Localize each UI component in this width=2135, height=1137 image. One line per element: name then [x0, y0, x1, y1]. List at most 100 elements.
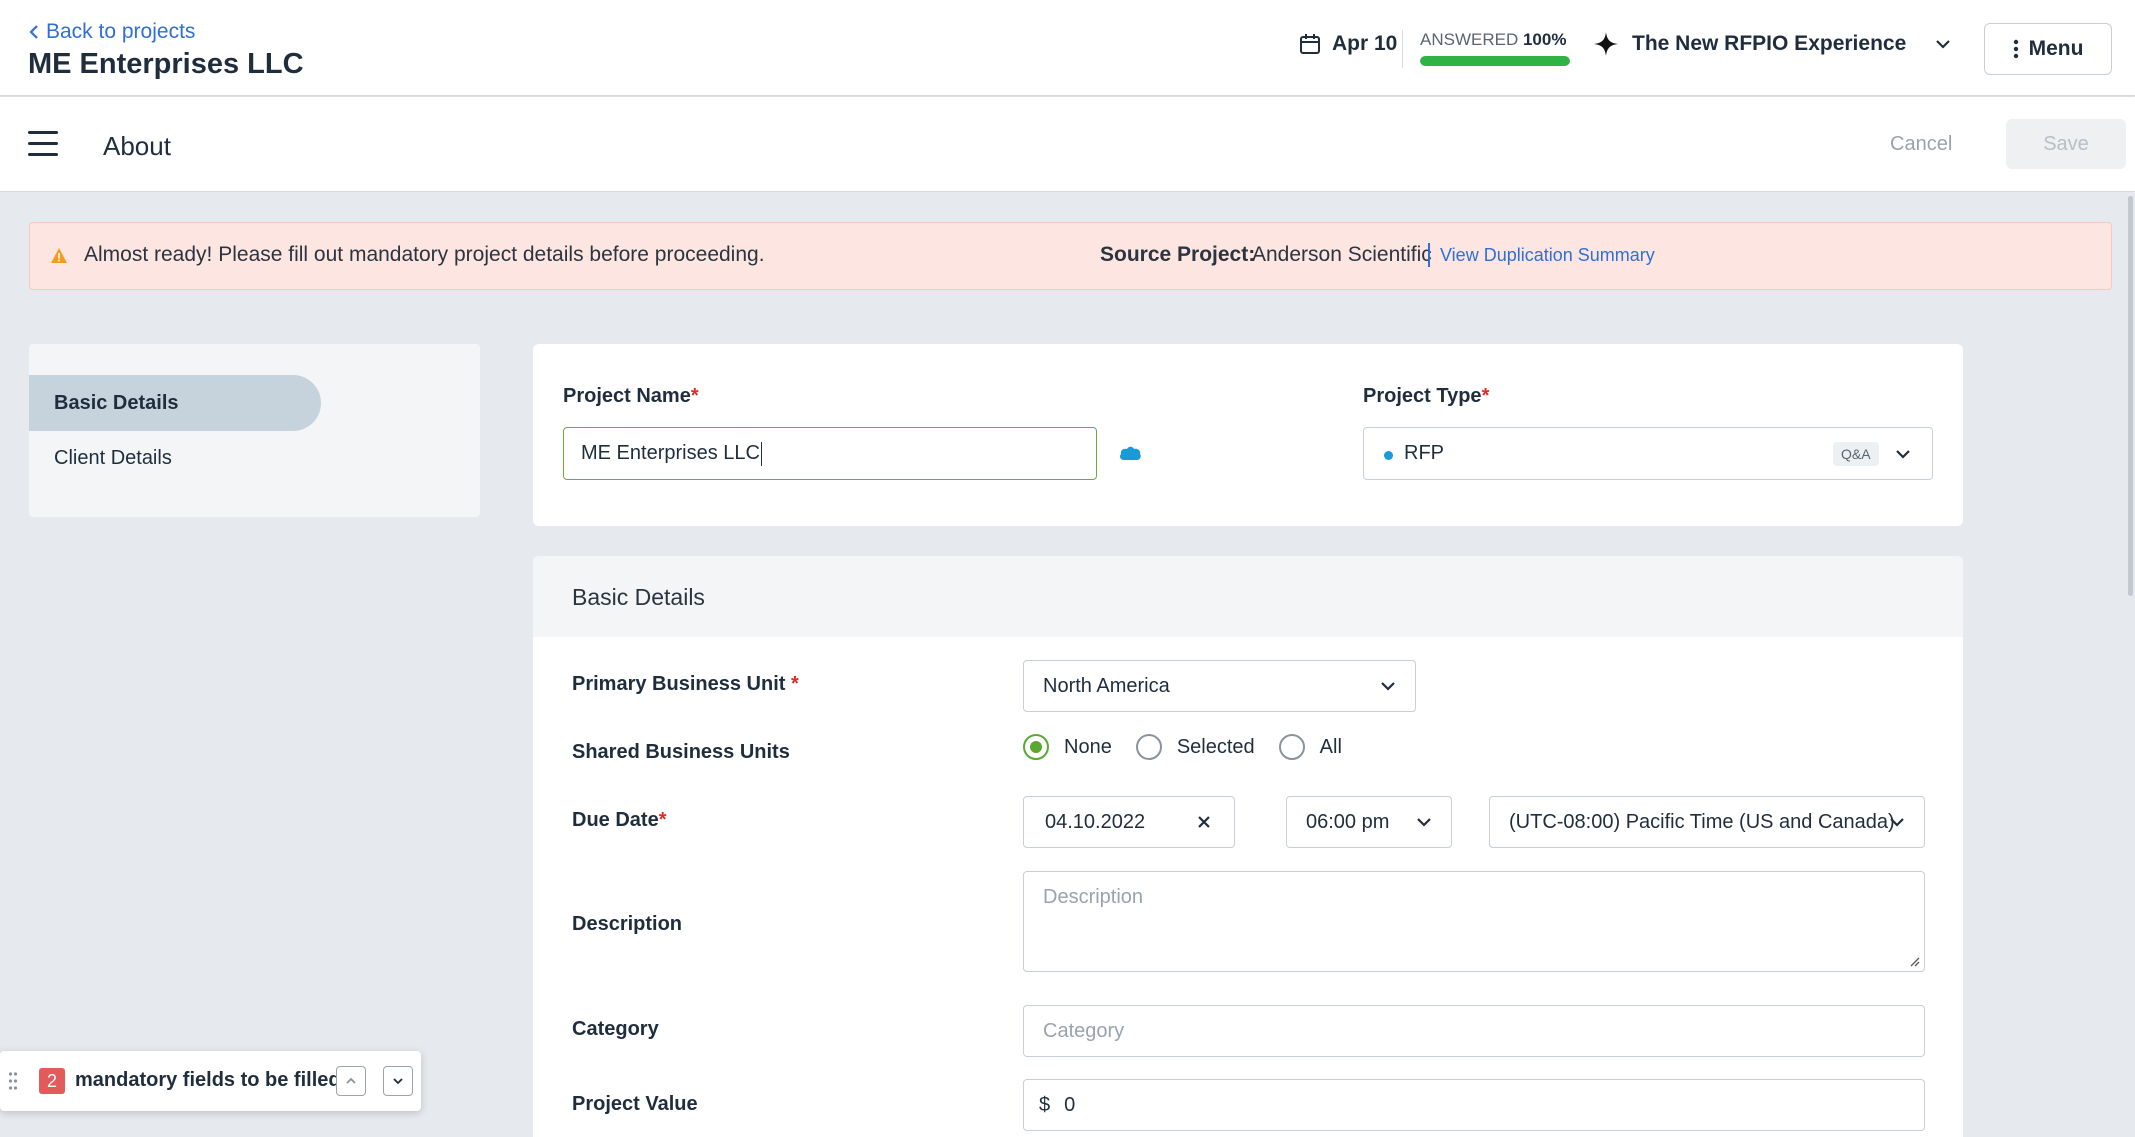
- chevron-up-icon: [346, 1077, 356, 1084]
- warning-icon: [51, 248, 67, 263]
- primary-bu-label-text: Primary Business Unit: [572, 673, 786, 695]
- page-scrollbar[interactable]: [2128, 196, 2133, 596]
- category-label: Category: [572, 1018, 659, 1040]
- answered-percent: 100%: [1522, 30, 1567, 49]
- mandatory-details-alert: Almost ready! Please fill out mandatory …: [29, 222, 2112, 290]
- previous-field-button[interactable]: [336, 1066, 366, 1096]
- due-date-value: 04.10.2022: [1045, 810, 1146, 833]
- next-field-button[interactable]: [383, 1066, 413, 1096]
- category-placeholder: Category: [1043, 1019, 1125, 1042]
- project-card: Project Name* ME Enterprises LLC Project…: [533, 344, 1963, 526]
- resize-handle-icon[interactable]: [1908, 955, 1920, 967]
- source-project-value: Anderson Scientific: [1252, 243, 1432, 266]
- project-value-amount: 0: [1064, 1093, 1076, 1116]
- section-nav: Basic Details Client Details: [29, 344, 480, 517]
- kebab-icon: [2013, 39, 2018, 59]
- view-duplication-summary-link[interactable]: View Duplication Summary: [1440, 245, 1655, 266]
- basic-details-card: Basic Details Primary Business Unit * No…: [533, 556, 1963, 1137]
- header-divider: [1402, 30, 1403, 68]
- project-name-value: ME Enterprises LLC: [581, 442, 760, 464]
- due-date-label: Due Date*: [572, 809, 667, 832]
- nav-item-client-details[interactable]: Client Details: [29, 430, 321, 486]
- shared-bu-radio-group: None Selected All: [1023, 734, 1366, 760]
- answered-status: ANSWERED 100%: [1420, 30, 1566, 50]
- clear-icon[interactable]: [1196, 814, 1212, 830]
- radio-all-label: All: [1319, 735, 1342, 758]
- description-placeholder: Description: [1043, 886, 1144, 908]
- chevron-down-icon: [1936, 40, 1951, 49]
- project-name-label: Project Name*: [563, 385, 699, 408]
- salesforce-cloud-icon[interactable]: [1118, 444, 1142, 462]
- alert-divider: [1428, 243, 1430, 267]
- top-header: Back to projects ME Enterprises LLC Apr …: [0, 0, 2135, 96]
- back-link-label: Back to projects: [46, 20, 196, 43]
- menu-button[interactable]: Menu: [1984, 23, 2112, 75]
- chevron-down-icon: [1896, 450, 1910, 459]
- project-value-label: Project Value: [572, 1093, 698, 1115]
- save-button[interactable]: Save: [2006, 119, 2126, 169]
- project-name-label-text: Project Name: [563, 385, 691, 407]
- shared-bu-label: Shared Business Units: [572, 741, 790, 763]
- radio-selected[interactable]: Selected: [1135, 734, 1255, 760]
- timezone-value: (UTC-08:00) Pacific Time (US and Canada): [1509, 810, 1895, 833]
- page-toolbar: About Cancel Save: [0, 97, 2135, 192]
- radio-selected-label: Selected: [1176, 735, 1255, 758]
- sparkle-icon: [1594, 32, 1618, 56]
- cancel-button[interactable]: Cancel: [1890, 133, 1952, 156]
- description-textarea[interactable]: Description: [1023, 871, 1925, 972]
- due-date-label: Apr 10: [1332, 32, 1398, 55]
- radio-circle: [1278, 734, 1305, 760]
- due-time-select[interactable]: 06:00 pm: [1286, 796, 1452, 848]
- primary-bu-label: Primary Business Unit *: [572, 673, 799, 696]
- source-project-label: Source Project:: [1100, 243, 1256, 266]
- currency-symbol: $: [1039, 1093, 1051, 1116]
- chevron-down-icon: [1890, 818, 1904, 827]
- project-title: ME Enterprises LLC: [28, 48, 304, 80]
- text-caret: [760, 441, 762, 466]
- alert-message: Almost ready! Please fill out mandatory …: [84, 243, 765, 266]
- experience-toggle[interactable]: The New RFPIO Experience: [1594, 32, 1952, 56]
- answered-progress-bar: [1420, 56, 1570, 66]
- required-mark: *: [690, 385, 699, 407]
- type-badge: Q&A: [1833, 442, 1879, 466]
- radio-none[interactable]: None: [1023, 734, 1112, 760]
- project-type-select[interactable]: RFP Q&A: [1363, 427, 1933, 480]
- primary-bu-select[interactable]: North America: [1023, 660, 1416, 712]
- project-value-input[interactable]: $ 0: [1023, 1079, 1925, 1131]
- calendar-icon: [1300, 34, 1320, 54]
- answered-label: ANSWERED: [1420, 30, 1519, 49]
- required-mark: *: [790, 673, 799, 695]
- due-date-indicator: Apr 10: [1298, 32, 1397, 56]
- chevron-down-icon: [1381, 682, 1395, 691]
- due-date-label-text: Due Date: [572, 809, 659, 831]
- due-time-value: 06:00 pm: [1306, 810, 1390, 833]
- due-date-input[interactable]: 04.10.2022: [1023, 796, 1235, 848]
- project-type-value: RFP: [1404, 442, 1444, 464]
- description-label: Description: [572, 913, 683, 935]
- chevron-down-icon: [1417, 818, 1431, 827]
- menu-label: Menu: [2028, 37, 2084, 60]
- chevron-down-icon: [393, 1078, 403, 1085]
- project-type-label: Project Type*: [1363, 385, 1489, 408]
- answered-progress-fill: [1420, 56, 1570, 66]
- radio-circle-selected: [1023, 734, 1049, 760]
- radio-all[interactable]: All: [1278, 734, 1342, 760]
- project-name-input[interactable]: ME Enterprises LLC: [563, 427, 1097, 480]
- nav-item-basic-details[interactable]: Basic Details: [29, 375, 321, 431]
- experience-label: The New RFPIO Experience: [1632, 32, 1907, 55]
- basic-details-title: Basic Details: [572, 584, 705, 610]
- back-to-projects-link[interactable]: Back to projects: [28, 20, 195, 44]
- timezone-select[interactable]: (UTC-08:00) Pacific Time (US and Canada): [1489, 796, 1925, 848]
- radio-none-label: None: [1064, 735, 1112, 758]
- hamburger-menu-icon[interactable]: [28, 131, 58, 157]
- type-color-dot: [1384, 451, 1393, 460]
- required-mark: *: [1481, 385, 1490, 407]
- category-input[interactable]: Category: [1023, 1005, 1925, 1057]
- chevron-left-icon: [29, 25, 38, 39]
- radio-circle: [1135, 734, 1162, 760]
- primary-bu-value: North America: [1043, 674, 1170, 697]
- mandatory-fields-widget: 2 mandatory fields to be filled: [0, 1051, 421, 1111]
- drag-handle-icon[interactable]: [8, 1071, 18, 1091]
- required-mark: *: [658, 809, 667, 831]
- page-title: About: [103, 131, 171, 161]
